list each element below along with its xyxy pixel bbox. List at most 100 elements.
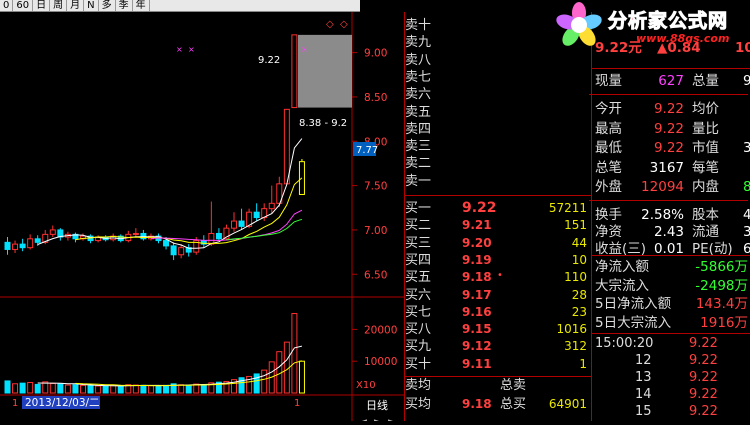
buy-level-row[interactable]: 买三 9.20 44 bbox=[404, 236, 591, 251]
toolbar-item[interactable]: 季 bbox=[116, 0, 133, 11]
sell-level-row[interactable]: 卖五 bbox=[404, 105, 591, 120]
tick-row: 15 9.22 bbox=[593, 403, 750, 420]
nav-end-icon[interactable]: ► bbox=[388, 417, 395, 425]
sell-level-label: 卖十 bbox=[405, 18, 432, 33]
avg-sell-label: 卖均 bbox=[405, 378, 432, 393]
tick-row: 12 9.22 bbox=[593, 352, 750, 369]
toolbar-item[interactable]: 多 bbox=[99, 0, 116, 11]
stat-key: 总量 bbox=[692, 73, 719, 89]
flow-row: 5日净流入额 143.4万 bbox=[593, 295, 750, 314]
volume-bar bbox=[298, 360, 305, 394]
buy-level-label: 买七 bbox=[405, 304, 432, 320]
sell-level-row[interactable]: 卖六 bbox=[404, 87, 591, 102]
logo-text: 分析家公式网 bbox=[607, 10, 729, 33]
scroll-left-marker: 1 bbox=[12, 398, 18, 409]
buy-level-volume: 312 bbox=[564, 339, 587, 354]
buy-level-price: 9.19 bbox=[462, 252, 492, 267]
toolbar-item[interactable]: 周 bbox=[50, 0, 68, 11]
candle-body bbox=[49, 229, 56, 235]
tick-price: 9.22 bbox=[689, 404, 718, 419]
sell-level-row[interactable]: 卖一 bbox=[404, 174, 591, 189]
candle-body bbox=[34, 238, 41, 243]
candle-body bbox=[283, 108, 290, 185]
tick-time: 14 bbox=[635, 387, 652, 402]
candle-body bbox=[231, 220, 237, 229]
price-tick-label: 9.00 bbox=[364, 48, 387, 60]
volume-bar bbox=[87, 385, 94, 394]
kline-chart-panel[interactable]: 9.008.508.007.507.006.502000010000 9.22 … bbox=[0, 12, 404, 425]
flow-value: -5866万 bbox=[695, 259, 748, 275]
buy-level-volume: 110 bbox=[564, 270, 587, 285]
avg-buy-row: 买均 9.18 总买 64901 bbox=[404, 397, 591, 412]
toolbar-item[interactable]: N bbox=[84, 0, 99, 11]
marker-x-icon: × bbox=[301, 45, 308, 54]
total-buy-label: 总买 bbox=[500, 397, 527, 412]
buy-level-price: 9.20 bbox=[462, 235, 492, 250]
price-tick-label: 6.50 bbox=[364, 269, 387, 281]
toolbar-item[interactable]: 0 bbox=[0, 0, 14, 11]
stat-value: 9 bbox=[743, 73, 750, 89]
flow-key: 5日大宗流入 bbox=[595, 314, 672, 331]
price-tick-label: 8.50 bbox=[364, 92, 387, 104]
toolbar-item[interactable]: 日 bbox=[33, 0, 51, 11]
volume-bar bbox=[261, 369, 268, 394]
buy-level-label: 买一 bbox=[405, 201, 432, 216]
buy-level-volume: 10 bbox=[571, 252, 587, 267]
sell-level-row[interactable]: 卖四 bbox=[404, 122, 591, 137]
tick-price: 9.22 bbox=[689, 336, 718, 351]
buy-level-volume: 57211 bbox=[548, 201, 587, 215]
tick-row: 13 9.22 bbox=[593, 369, 750, 386]
flow-value: -2498万 bbox=[695, 277, 748, 294]
nav-left-icon[interactable]: ◄ bbox=[360, 417, 367, 425]
candle-body bbox=[19, 243, 26, 249]
sell-level-label: 卖六 bbox=[405, 87, 432, 103]
nav-right-icon[interactable]: ► bbox=[374, 417, 381, 425]
volume-bar bbox=[49, 382, 56, 394]
buy-level-volume: 44 bbox=[571, 235, 587, 250]
volume-bar bbox=[64, 384, 71, 394]
stat-value: 0.01 bbox=[653, 241, 684, 257]
stat-row: 外盘 12094 内盘 8 bbox=[593, 176, 750, 198]
buy-level-row[interactable]: 买一 9.22 57211 bbox=[404, 201, 591, 217]
buy-level-volume: 151 bbox=[564, 218, 587, 233]
buy-level-row[interactable]: 买八 9.15 1016 bbox=[404, 322, 591, 337]
buy-level-label: 买十 bbox=[405, 356, 432, 372]
page-marker: 1 bbox=[294, 398, 300, 409]
sell-level-row[interactable]: 卖八 bbox=[404, 53, 591, 68]
toolbar-item[interactable]: 月 bbox=[67, 0, 85, 11]
price-tick-label: 7.50 bbox=[364, 181, 387, 193]
volume-tick-label: 20000 bbox=[364, 324, 397, 336]
buy-level-label: 买九 bbox=[405, 339, 432, 355]
sell-level-label: 卖四 bbox=[405, 121, 432, 137]
kline-chart[interactable]: 9.008.508.007.507.006.502000010000 9.22 … bbox=[0, 12, 404, 425]
sell-level-label: 卖七 bbox=[405, 69, 432, 85]
buy-level-row[interactable]: 买四 9.19 10 bbox=[404, 253, 591, 268]
volume-bar bbox=[200, 384, 207, 394]
period-toolbar: 0 60 日周月 N 多季年 bbox=[0, 0, 360, 12]
buy-level-price: 9.12 bbox=[462, 339, 492, 354]
buy-level-row[interactable]: 买九 9.12 312 bbox=[404, 339, 591, 354]
buy-level-label: 买八 bbox=[405, 322, 432, 338]
sell-level-row[interactable]: 卖二 bbox=[404, 156, 591, 171]
volume-bar bbox=[185, 384, 192, 394]
stat-value: 6 bbox=[743, 241, 750, 257]
buy-level-row[interactable]: 买十 9.11 1 bbox=[404, 357, 591, 372]
volume-bar bbox=[19, 382, 26, 394]
order-book: 卖十 卖九 卖八 卖七 卖六 卖五 卖四 卖三 卖二 卖一 买一 9.22 57211 买二 9.21 15… bbox=[404, 12, 591, 421]
sell-level-label: 卖一 bbox=[405, 173, 432, 189]
sell-level-row[interactable]: 卖三 bbox=[404, 139, 591, 154]
toolbar-item[interactable]: 年 bbox=[133, 0, 150, 11]
period-label[interactable]: 日线 bbox=[366, 398, 388, 412]
price-axis: 9.008.508.007.507.006.502000010000 bbox=[352, 48, 397, 368]
candle-body bbox=[132, 232, 139, 235]
toolbar-item[interactable]: 60 bbox=[13, 0, 34, 11]
volume-bar bbox=[155, 385, 162, 394]
volume-bar bbox=[72, 384, 79, 394]
buy-level-row[interactable]: 买六 9.17 28 bbox=[404, 288, 591, 303]
tick-price: 9.22 bbox=[689, 387, 718, 402]
buy-level-row[interactable]: 买二 9.21 151 bbox=[404, 218, 591, 233]
stat-value: 627 bbox=[658, 73, 684, 89]
buy-level-row[interactable]: 买七 9.16 23 bbox=[404, 305, 591, 320]
sell-level-row[interactable]: 卖七 bbox=[404, 70, 591, 85]
flow-key: 净流入额 bbox=[595, 259, 649, 275]
